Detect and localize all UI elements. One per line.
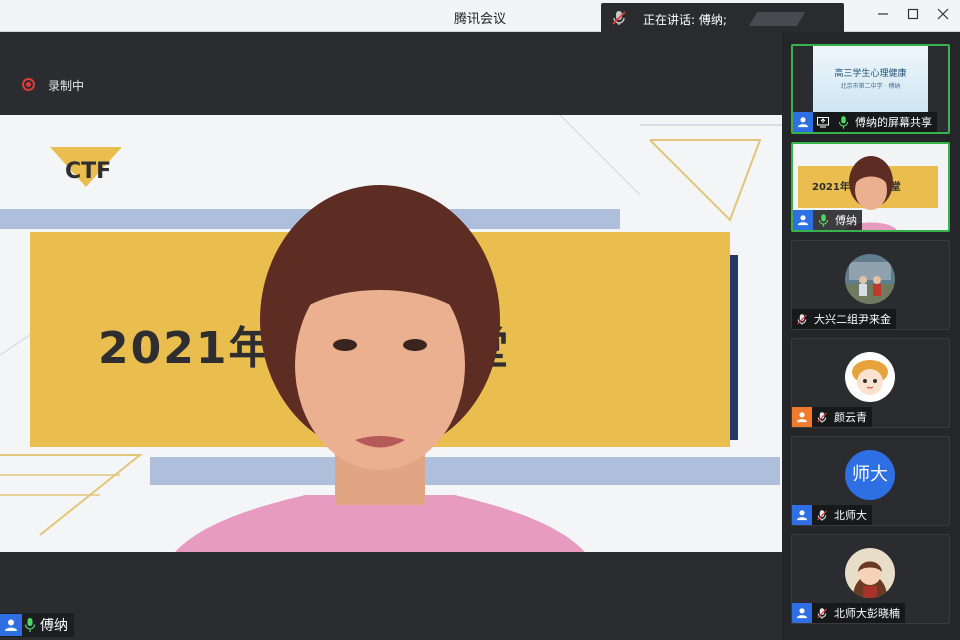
participant-tile[interactable]: 2021年C 心理课堂 傅纳 [791, 142, 950, 232]
participant-label: 北师大 [792, 505, 872, 525]
speaking-indicator: 正在讲话: 傅纳; [601, 3, 844, 34]
preview-subtitle: 北京市第二中学 · 傅纳 [840, 83, 901, 90]
muted-mic-icon [812, 603, 832, 623]
participants-sidebar: 高三学生心理健康 北京市第二中学 · 傅纳 傅纳的屏幕共享 2021年C 心理课… [782, 32, 960, 640]
muted-mic-icon [792, 309, 812, 329]
muted-mic-icon [612, 11, 626, 25]
speaker-video [175, 185, 585, 552]
participant-avatar [845, 352, 895, 402]
mic-active-icon [833, 112, 853, 132]
participant-avatar: 师大 [845, 450, 895, 500]
main-video[interactable]: CTF 2021年C 心理课堂 [0, 115, 782, 552]
maximize-button[interactable] [902, 6, 924, 26]
recording-icon [22, 78, 35, 91]
participant-label: 北师大彭晓楠 [792, 603, 905, 623]
muted-mic-icon [812, 407, 832, 427]
minimize-icon [878, 13, 888, 15]
main-speaker-name-tag: 傅纳 [0, 613, 74, 637]
muted-mic-icon [812, 505, 832, 525]
participant-tile[interactable]: 颜云青 [791, 338, 950, 428]
close-button[interactable] [932, 6, 954, 26]
participant-tile[interactable]: 北师大彭晓楠 [791, 534, 950, 624]
mic-active-icon [813, 210, 833, 230]
mic-active-icon [22, 616, 38, 634]
participant-avatar [845, 254, 895, 304]
participant-label: 傅纳的屏幕共享 [793, 112, 937, 132]
screen-share-preview: 高三学生心理健康 北京市第二中学 · 傅纳 [813, 46, 928, 112]
user-icon [792, 407, 812, 427]
speaking-text: 正在讲话: 傅纳; [643, 13, 727, 27]
participant-name: 北师大彭晓楠 [834, 607, 900, 620]
close-icon [937, 8, 949, 20]
participant-name: 傅纳 [835, 214, 857, 227]
participant-name: 北师大 [834, 509, 867, 522]
participant-name: 大兴二组尹来金 [814, 313, 891, 326]
user-icon [793, 210, 813, 230]
participant-label: 大兴二组尹来金 [792, 309, 896, 329]
recording-label: 录制中 [48, 79, 85, 93]
user-icon [793, 112, 813, 132]
maximize-icon [907, 8, 919, 20]
minimize-button[interactable] [872, 6, 894, 26]
ctf-logo-text: CTF [65, 159, 112, 184]
participant-name: 颜云青 [834, 411, 867, 424]
user-icon [792, 603, 812, 623]
slide-decoration [730, 255, 738, 440]
participant-tile[interactable]: 大兴二组尹来金 [791, 240, 950, 330]
user-icon [0, 614, 22, 636]
participant-tile[interactable]: 师大 北师大 [791, 436, 950, 526]
title-bar: 腾讯会议 正在讲话: 傅纳; [0, 0, 960, 34]
main-speaker-name: 傅纳 [40, 618, 68, 634]
participant-avatar [845, 548, 895, 598]
participant-name: 傅纳的屏幕共享 [855, 116, 932, 129]
participant-tile[interactable]: 高三学生心理健康 北京市第二中学 · 傅纳 傅纳的屏幕共享 [791, 44, 950, 134]
participant-label: 傅纳 [793, 210, 862, 230]
preview-title: 高三学生心理健康 [834, 69, 907, 79]
participant-label: 颜云青 [792, 407, 872, 427]
user-icon [792, 505, 812, 525]
screen-share-icon [813, 112, 833, 132]
